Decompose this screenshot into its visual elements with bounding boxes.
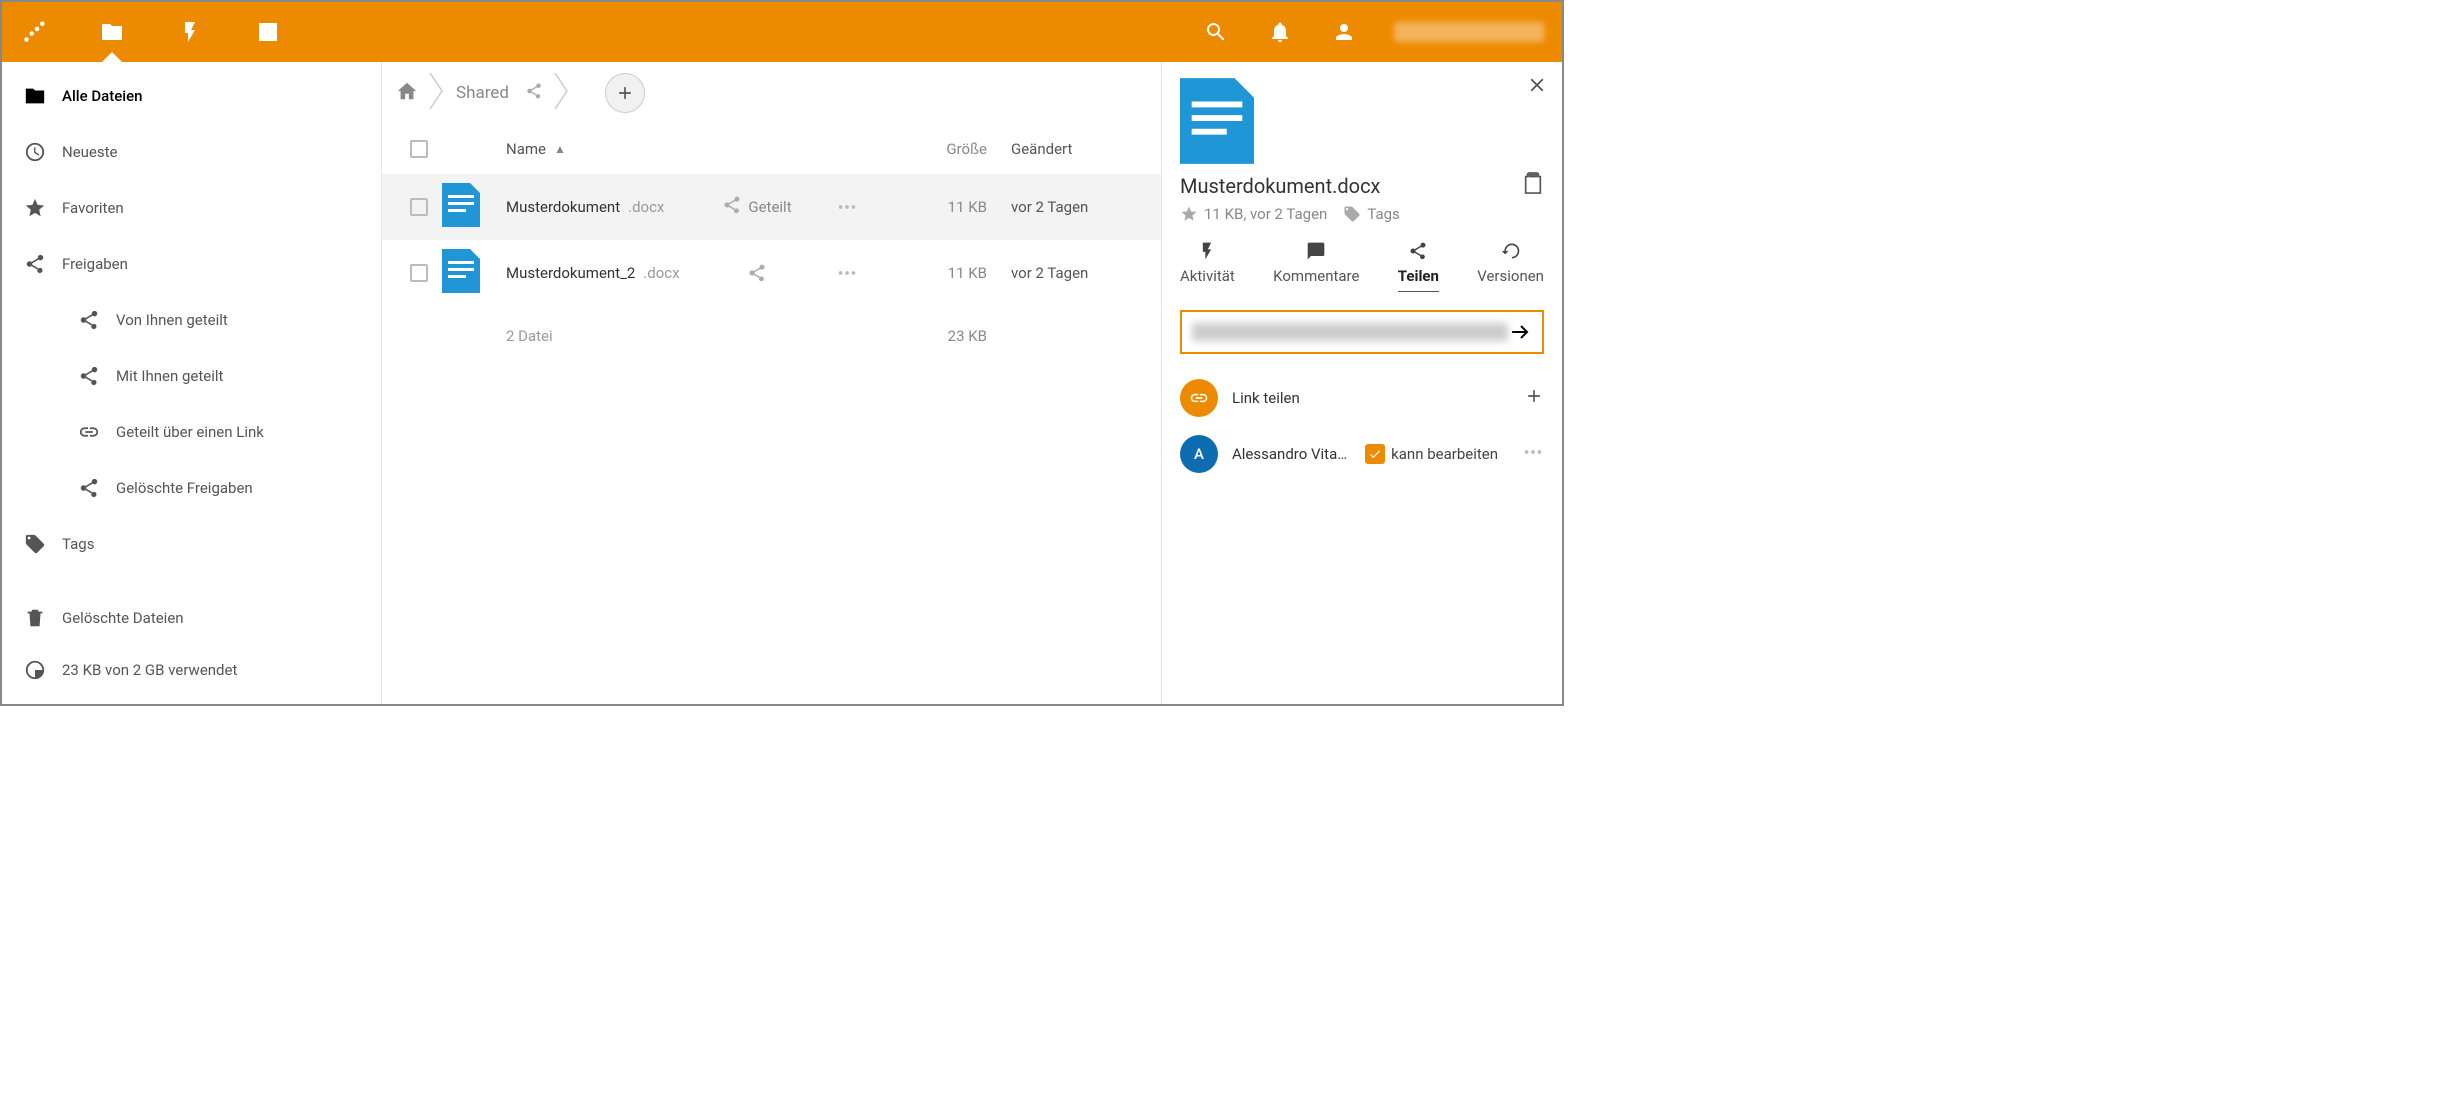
notifications-icon[interactable] bbox=[1266, 18, 1294, 46]
table-header: Name▲ Größe Geändert bbox=[382, 124, 1161, 174]
plus-icon[interactable] bbox=[1524, 386, 1544, 410]
document-icon bbox=[442, 249, 480, 293]
sidebar-item-label: Favoriten bbox=[62, 199, 124, 217]
sidebar-item-label: Von Ihnen geteilt bbox=[116, 311, 228, 329]
add-button[interactable] bbox=[605, 73, 645, 113]
sidebar-item-shared-by-link[interactable]: Geteilt über einen Link bbox=[2, 404, 381, 460]
sidebar-quota: 23 KB von 2 GB verwendet bbox=[2, 644, 381, 696]
nav-files-icon[interactable] bbox=[98, 18, 126, 46]
file-ext: .docx bbox=[643, 264, 679, 282]
column-modified[interactable]: Geändert bbox=[987, 140, 1147, 158]
shared-indicator[interactable]: Geteilt bbox=[697, 195, 817, 219]
sidebar-item-label: Freigaben bbox=[62, 255, 128, 273]
sidebar-item-shared-with-you[interactable]: Mit Ihnen geteilt bbox=[2, 348, 381, 404]
details-meta: 11 KB, vor 2 Tagen bbox=[1204, 205, 1327, 223]
share-link-label: Link teilen bbox=[1232, 389, 1300, 407]
sidebar-item-trash[interactable]: Gelöschte Dateien bbox=[2, 592, 381, 644]
row-checkbox[interactable] bbox=[410, 264, 428, 282]
clipboard-icon[interactable] bbox=[1522, 172, 1544, 199]
sidebar-item-label: Geteilt über einen Link bbox=[116, 423, 264, 441]
file-size: 11 KB bbox=[877, 264, 987, 282]
avatar: A bbox=[1180, 435, 1218, 473]
table-row[interactable]: Musterdokument .docx Geteilt 11 KB vor 2 … bbox=[382, 174, 1161, 240]
chevron-right-icon bbox=[553, 71, 571, 115]
star-icon[interactable] bbox=[1180, 205, 1198, 223]
app-logo-icon[interactable] bbox=[20, 18, 48, 46]
home-icon[interactable] bbox=[396, 80, 418, 106]
sidebar-item-shared-by-you[interactable]: Von Ihnen geteilt bbox=[2, 292, 381, 348]
more-icon[interactable] bbox=[1522, 441, 1544, 467]
more-icon[interactable] bbox=[817, 196, 877, 218]
share-icon[interactable] bbox=[519, 82, 543, 104]
sort-asc-icon: ▲ bbox=[554, 142, 566, 156]
can-edit-checkbox[interactable] bbox=[1365, 444, 1385, 464]
file-name: Musterdokument bbox=[506, 198, 620, 216]
sidebar-item-label: Gelöschte Freigaben bbox=[116, 479, 253, 497]
arrow-right-icon[interactable] bbox=[1508, 320, 1532, 344]
breadcrumb-shared[interactable]: Shared bbox=[456, 83, 509, 103]
tags-label[interactable]: Tags bbox=[1367, 205, 1399, 223]
tab-activity[interactable]: Aktivität bbox=[1180, 241, 1235, 292]
sidebar-item-label: Gelöschte Dateien bbox=[62, 609, 184, 627]
link-icon bbox=[1180, 379, 1218, 417]
close-icon[interactable] bbox=[1526, 74, 1548, 100]
column-name[interactable]: Name▲ bbox=[506, 140, 697, 158]
file-size: 11 KB bbox=[877, 198, 987, 216]
breadcrumb: Shared bbox=[382, 62, 1161, 124]
can-edit-label: kann bearbeiten bbox=[1391, 445, 1498, 463]
tab-comments[interactable]: Kommentare bbox=[1273, 241, 1359, 292]
sidebar-item-recent[interactable]: Neueste bbox=[2, 124, 381, 180]
sidebar-item-label: Mit Ihnen geteilt bbox=[116, 367, 223, 385]
details-filename: Musterdokument.docx bbox=[1180, 174, 1380, 198]
column-size[interactable]: Größe bbox=[877, 140, 987, 158]
sidebar-item-label: Neueste bbox=[62, 143, 117, 161]
chevron-right-icon bbox=[428, 71, 446, 115]
document-icon bbox=[442, 183, 480, 227]
sharee-row: A Alessandro Vita… kann bearbeiten bbox=[1180, 426, 1544, 482]
sidebar-item-label: Tags bbox=[62, 535, 94, 553]
nav-gallery-icon[interactable] bbox=[254, 18, 282, 46]
file-name: Musterdokument_2 bbox=[506, 264, 635, 282]
sidebar: Alle Dateien Neueste Favoriten Freigaben… bbox=[2, 62, 382, 704]
contacts-icon[interactable] bbox=[1330, 18, 1358, 46]
tab-share[interactable]: Teilen bbox=[1398, 241, 1439, 292]
share-icon[interactable] bbox=[697, 263, 817, 283]
document-icon bbox=[1180, 78, 1254, 164]
select-all-checkbox[interactable] bbox=[410, 140, 428, 158]
sidebar-item-all-files[interactable]: Alle Dateien bbox=[2, 68, 381, 124]
more-icon[interactable] bbox=[817, 262, 877, 284]
search-icon[interactable] bbox=[1202, 18, 1230, 46]
file-ext: .docx bbox=[628, 198, 664, 216]
sidebar-item-label: Alle Dateien bbox=[62, 87, 142, 105]
table-row[interactable]: Musterdokument_2 .docx 11 KB vor 2 Tagen bbox=[382, 240, 1161, 306]
username-label[interactable] bbox=[1394, 22, 1544, 42]
share-search-input[interactable] bbox=[1180, 310, 1544, 354]
quota-label: 23 KB von 2 GB verwendet bbox=[62, 661, 237, 679]
sidebar-item-shares[interactable]: Freigaben bbox=[2, 236, 381, 292]
share-link-row: Link teilen bbox=[1180, 370, 1544, 426]
sidebar-item-deleted-shares[interactable]: Gelöschte Freigaben bbox=[2, 460, 381, 516]
sidebar-item-tags[interactable]: Tags bbox=[2, 516, 381, 572]
file-modified: vor 2 Tagen bbox=[987, 264, 1147, 282]
row-checkbox[interactable] bbox=[410, 198, 428, 216]
table-summary: 2 Datei 23 KB bbox=[382, 306, 1161, 366]
details-panel: Musterdokument.docx 11 KB, vor 2 Tagen T… bbox=[1162, 62, 1562, 704]
tag-icon[interactable] bbox=[1343, 205, 1361, 223]
sidebar-item-favorites[interactable]: Favoriten bbox=[2, 180, 381, 236]
tab-versions[interactable]: Versionen bbox=[1477, 241, 1544, 292]
sharee-name: Alessandro Vita… bbox=[1232, 445, 1347, 463]
file-modified: vor 2 Tagen bbox=[987, 198, 1147, 216]
nav-activity-icon[interactable] bbox=[176, 18, 204, 46]
